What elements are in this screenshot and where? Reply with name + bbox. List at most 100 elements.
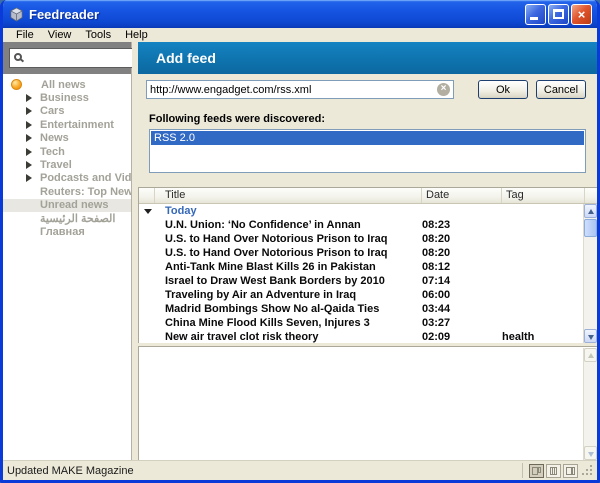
status-separator: [522, 463, 523, 478]
maximize-button[interactable]: [548, 4, 569, 25]
news-item-date: 02:09: [422, 331, 502, 343]
column-header-tag[interactable]: Tag: [502, 188, 585, 203]
news-item-row[interactable]: China Mine Flood Kills Seven, Injures 3 …: [139, 316, 597, 330]
minimize-icon: [530, 17, 538, 20]
news-item-title: Madrid Bombings Show No al-Qaida Ties: [155, 303, 422, 315]
view-newspaper-icon[interactable]: [563, 464, 578, 478]
minimize-button[interactable]: [525, 4, 546, 25]
content-area: All news Business Cars: [3, 42, 597, 460]
feed-tree-item[interactable]: Tech: [3, 145, 131, 158]
menu-item[interactable]: File: [10, 29, 40, 42]
news-item-row[interactable]: U.N. Union: ‘No Confidence’ in Annan 08:…: [139, 218, 597, 232]
news-item-title: New air travel clot risk theory: [155, 331, 422, 343]
news-list-header: Title Date Tag: [139, 188, 597, 204]
feed-tree-item[interactable]: Business: [3, 91, 131, 104]
status-text: Updated MAKE Magazine: [7, 465, 518, 477]
news-list-scrollbar[interactable]: [583, 204, 597, 343]
expand-arrow-icon[interactable]: [26, 148, 32, 156]
feed-tree-item[interactable]: Travel: [3, 158, 131, 171]
expand-arrow-icon[interactable]: [26, 107, 32, 115]
search-icon: [14, 53, 22, 61]
all-news-feed-icon: [11, 79, 22, 90]
feed-tree-item[interactable]: Главная: [3, 225, 131, 238]
news-item-title: Israel to Draw West Bank Borders by 2010: [155, 275, 422, 287]
title-bar[interactable]: Feedreader ×: [3, 0, 597, 28]
ok-button[interactable]: Ok: [478, 80, 528, 99]
preview-scroll-down-button[interactable]: [584, 446, 597, 460]
feed-tree-item[interactable]: Cars: [3, 105, 131, 118]
news-item-date: 08:12: [422, 261, 502, 273]
expand-arrow-icon[interactable]: [26, 161, 32, 169]
feed-url-input[interactable]: [147, 84, 437, 96]
news-item-date: 08:23: [422, 219, 502, 231]
feed-tree-item-label: All news: [41, 79, 86, 91]
news-item-row[interactable]: Anti-Tank Mine Blast Kills 26 in Pakista…: [139, 260, 597, 274]
arrow-down-icon: [588, 335, 594, 340]
feed-tree: All news Business Cars: [3, 74, 131, 239]
news-item-date: 08:20: [422, 233, 502, 245]
group-row-today[interactable]: Today: [139, 204, 597, 218]
feed-tree-item-label: Podcasts and Videoc...: [40, 172, 131, 184]
resize-grip[interactable]: [582, 465, 594, 477]
news-list-body: Today U.N. Union: ‘No Confidence’ in Ann…: [139, 204, 597, 343]
feed-tree-item-label: Cars: [40, 105, 64, 117]
app-icon: [9, 7, 24, 22]
page-title: Add feed: [156, 50, 216, 66]
news-item-date: 06:00: [422, 289, 502, 301]
expand-arrow-icon[interactable]: [26, 94, 32, 102]
news-item-row[interactable]: U.S. to Hand Over Notorious Prison to Ir…: [139, 246, 597, 260]
discovered-feed-item[interactable]: RSS 2.0: [151, 131, 584, 145]
close-icon: ×: [572, 5, 591, 24]
menu-item[interactable]: View: [42, 29, 78, 42]
menu-bar: File View Tools Help: [3, 28, 597, 42]
menu-item[interactable]: Tools: [79, 29, 117, 42]
expand-arrow-icon[interactable]: [26, 174, 32, 182]
feed-tree-item[interactable]: Podcasts and Videoc...: [3, 172, 131, 185]
news-item-row[interactable]: Madrid Bombings Show No al-Qaida Ties 03…: [139, 302, 597, 316]
collapse-group-icon[interactable]: [144, 209, 152, 214]
feed-tree-item-label: Reuters: Top News: [40, 186, 131, 198]
preview-scrollbar[interactable]: [583, 348, 597, 460]
news-list: Title Date Tag Today U.N.: [138, 187, 597, 343]
news-item-row[interactable]: Traveling by Air an Adventure in Iraq 06…: [139, 288, 597, 302]
discovered-feeds-label: Following feeds were discovered:: [149, 113, 325, 125]
view-columns-icon[interactable]: [546, 464, 561, 478]
app-window: Feedreader × File View Tools Help: [0, 0, 600, 483]
news-item-title: U.N. Union: ‘No Confidence’ in Annan: [155, 219, 422, 231]
news-item-row[interactable]: New air travel clot risk theory 02:09 he…: [139, 330, 597, 343]
scrollbar-thumb[interactable]: [584, 219, 597, 237]
cancel-button[interactable]: Cancel: [536, 80, 586, 99]
column-header-title[interactable]: Title: [155, 188, 422, 203]
news-item-title: Anti-Tank Mine Blast Kills 26 in Pakista…: [155, 261, 422, 273]
expand-arrow-icon[interactable]: [26, 121, 32, 129]
add-feed-form: × Ok Cancel Following feeds were discove…: [138, 74, 597, 187]
preview-scroll-up-button[interactable]: [584, 348, 597, 362]
column-header-date[interactable]: Date: [422, 188, 502, 203]
clear-input-icon[interactable]: ×: [437, 83, 450, 96]
feed-tree-item[interactable]: الصفحة الرئيسية: [3, 212, 131, 225]
close-button[interactable]: ×: [571, 4, 592, 25]
window-title: Feedreader: [29, 7, 525, 22]
view-combined-icon[interactable]: [529, 464, 544, 478]
news-item-row[interactable]: U.S. to Hand Over Notorious Prison to Ir…: [139, 232, 597, 246]
scroll-down-button[interactable]: [584, 329, 597, 343]
feed-tree-item[interactable]: Entertainment: [3, 118, 131, 131]
column-header-expand[interactable]: [139, 188, 155, 203]
feed-tree-item[interactable]: News: [3, 132, 131, 145]
feed-tree-item[interactable]: All news: [3, 78, 131, 91]
group-label: Today: [155, 205, 422, 217]
feed-tree-item[interactable]: Unread news: [3, 199, 131, 212]
news-item-row[interactable]: Israel to Draw West Bank Borders by 2010…: [139, 274, 597, 288]
news-item-title: U.S. to Hand Over Notorious Prison to Ir…: [155, 247, 422, 259]
feed-tree-item[interactable]: Reuters: Top News: [3, 185, 131, 198]
expand-arrow-icon[interactable]: [26, 134, 32, 142]
feed-tree-item-label: Entertainment: [40, 119, 114, 131]
feed-tree-item-label: Tech: [40, 146, 65, 158]
maximize-icon: [553, 9, 564, 19]
scroll-up-button[interactable]: [584, 204, 597, 218]
sidebar-search-header: [3, 42, 131, 74]
feed-tree-item-label: Главная: [40, 226, 85, 238]
news-item-date: 08:20: [422, 247, 502, 259]
menu-item[interactable]: Help: [119, 29, 154, 42]
news-item-date: 03:27: [422, 317, 502, 329]
